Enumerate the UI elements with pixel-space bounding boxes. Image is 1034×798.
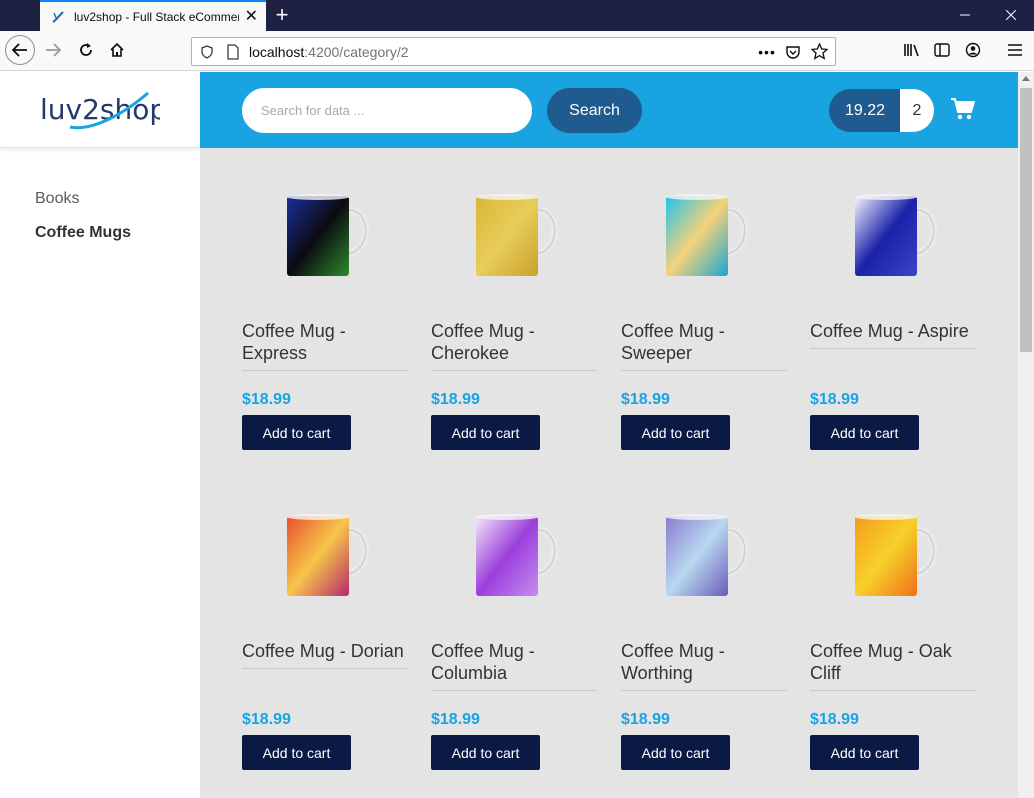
tab-title: luv2shop - Full Stack eCommerce: [74, 9, 239, 24]
product-name[interactable]: Coffee Mug - Oak Cliff: [810, 640, 976, 691]
product-price: $18.99: [621, 711, 670, 728]
page-scrollbar[interactable]: [1018, 72, 1034, 798]
pocket-icon[interactable]: [783, 42, 803, 62]
search-button[interactable]: Search: [547, 88, 642, 133]
product-name[interactable]: Coffee Mug - Columbia: [431, 640, 597, 691]
luv2shop-logo-image: luv2shop: [40, 91, 160, 129]
url-path: :4200/category/2: [304, 43, 409, 60]
product-card: Coffee Mug - Cherokee $18.99 Add to cart: [431, 168, 597, 450]
account-icon[interactable]: [958, 35, 988, 65]
add-to-cart-button[interactable]: Add to cart: [242, 415, 351, 450]
sidebar-item-coffee-mugs[interactable]: Coffee Mugs: [35, 224, 131, 242]
page-info-icon[interactable]: [223, 42, 243, 62]
library-icon[interactable]: [897, 35, 927, 65]
url-text[interactable]: localhost:4200/category/2: [249, 44, 409, 60]
window-minimize-button[interactable]: [942, 0, 988, 31]
sidebar: luv2shop Books Coffee Mugs: [0, 72, 200, 798]
product-price: $18.99: [431, 391, 480, 408]
add-to-cart-button[interactable]: Add to cart: [431, 415, 540, 450]
close-window-icon[interactable]: [988, 0, 1034, 31]
aspire-mug-image[interactable]: [810, 168, 976, 298]
add-to-cart-button[interactable]: Add to cart: [242, 735, 351, 770]
search-input[interactable]: [242, 88, 532, 133]
product-price: $18.99: [242, 711, 291, 728]
product-price: $18.99: [242, 391, 291, 408]
add-to-cart-button[interactable]: Add to cart: [621, 415, 730, 450]
back-button[interactable]: [5, 35, 35, 65]
product-card: Coffee Mug - Columbia $18.99 Add to cart: [431, 488, 597, 770]
browser-nav-bar: localhost:4200/category/2 •••: [0, 31, 1034, 71]
add-to-cart-button[interactable]: Add to cart: [810, 415, 919, 450]
product-name[interactable]: Coffee Mug - Sweeper: [621, 320, 787, 371]
dorian-mug-image[interactable]: [242, 488, 408, 618]
cherokee-mug-image[interactable]: [431, 168, 597, 298]
express-mug-image[interactable]: [242, 168, 408, 298]
cart-quantity-badge[interactable]: 2: [900, 89, 934, 132]
product-card: Coffee Mug - Oak Cliff $18.99 Add to cart: [810, 488, 976, 770]
shopping-cart-icon[interactable]: [950, 97, 976, 121]
product-card: Coffee Mug - Dorian $18.99 Add to cart: [242, 488, 408, 770]
app-root: luv2shop Books Coffee Mugs Search 19.22 …: [0, 72, 1018, 798]
product-name[interactable]: Coffee Mug - Worthing: [621, 640, 787, 691]
home-icon[interactable]: [102, 35, 132, 65]
bookmark-star-icon[interactable]: [809, 42, 829, 62]
shield-icon[interactable]: [197, 42, 217, 62]
add-to-cart-button[interactable]: Add to cart: [431, 735, 540, 770]
url-host: localhost: [249, 43, 305, 60]
sidebar-item-books[interactable]: Books: [35, 190, 79, 208]
reload-icon[interactable]: [71, 35, 101, 65]
product-price: $18.99: [810, 711, 859, 728]
tab-close-icon[interactable]: ✕: [245, 8, 258, 25]
sidebar-toggle-icon[interactable]: [927, 35, 957, 65]
product-price: $18.99: [431, 711, 480, 728]
oak-cliff-mug-image[interactable]: [810, 488, 976, 618]
browser-tab-bar: luv2shop - Full Stack eCommerce ✕ +: [0, 0, 1034, 31]
product-grid: Coffee Mug - Express $18.99 Add to cart Cof…: [200, 148, 1018, 798]
product-name[interactable]: Coffee Mug - Cherokee: [431, 320, 597, 371]
product-name[interactable]: Coffee Mug - Aspire: [810, 320, 976, 349]
product-card: Coffee Mug - Aspire $18.99 Add to cart: [810, 168, 976, 450]
menu-hamburger-icon[interactable]: [1000, 35, 1030, 65]
scroll-up-icon[interactable]: [1022, 76, 1030, 81]
browser-tab[interactable]: luv2shop - Full Stack eCommerce ✕: [40, 0, 266, 31]
product-card: Coffee Mug - Sweeper $18.99 Add to cart: [621, 168, 787, 450]
page-actions-icon[interactable]: •••: [757, 42, 777, 62]
cart-total-price[interactable]: 19.22: [829, 89, 901, 132]
back-arrow-icon: [5, 35, 35, 65]
sweeper-mug-image[interactable]: [621, 168, 787, 298]
forward-arrow-icon[interactable]: [38, 35, 68, 65]
product-price: $18.99: [810, 391, 859, 408]
address-bar[interactable]: localhost:4200/category/2 •••: [191, 37, 836, 66]
add-to-cart-button[interactable]: Add to cart: [621, 735, 730, 770]
add-to-cart-button[interactable]: Add to cart: [810, 735, 919, 770]
header-bar: Search 19.22 2: [200, 72, 1018, 148]
new-tab-icon[interactable]: +: [270, 3, 294, 27]
scrollbar-thumb[interactable]: [1020, 88, 1032, 352]
site-favicon-icon: [50, 9, 66, 25]
luv2shop-logo[interactable]: luv2shop: [0, 72, 200, 148]
product-price: $18.99: [621, 391, 670, 408]
product-card: Coffee Mug - Worthing $18.99 Add to cart: [621, 488, 787, 770]
worthing-mug-image[interactable]: [621, 488, 787, 618]
product-card: Coffee Mug - Express $18.99 Add to cart: [242, 168, 408, 450]
columbia-mug-image[interactable]: [431, 488, 597, 618]
product-name[interactable]: Coffee Mug - Dorian: [242, 640, 408, 669]
product-name[interactable]: Coffee Mug - Express: [242, 320, 408, 371]
